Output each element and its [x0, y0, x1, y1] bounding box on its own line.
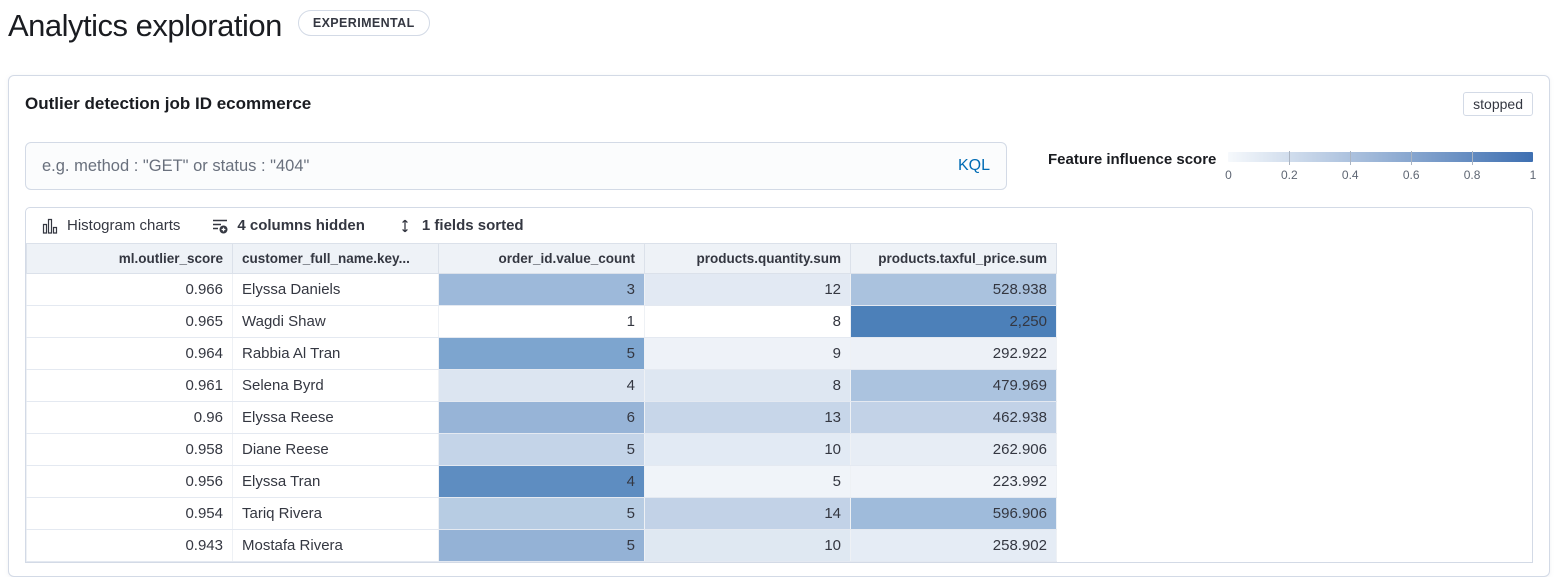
- grid-toolbar: Histogram charts 4 columns hidden 1 fiel…: [26, 208, 1532, 243]
- grid-cell[interactable]: Selena Byrd: [233, 370, 439, 402]
- grid-cell[interactable]: 2,250: [851, 306, 1057, 338]
- grid-cell[interactable]: 0.961: [27, 370, 233, 402]
- column-header[interactable]: products.taxful_price.sum: [851, 244, 1057, 274]
- legend-tick-label: 0: [1225, 168, 1232, 182]
- query-bar: KQL: [25, 142, 1007, 190]
- search-row: KQL Feature influence score 0 0.2 0.4 0.6 0.…: [25, 142, 1533, 190]
- job-title: Outlier detection job ID ecommerce: [25, 94, 311, 114]
- grid-cell[interactable]: 0.964: [27, 338, 233, 370]
- histogram-icon: [42, 218, 58, 234]
- grid-cell[interactable]: 258.902: [851, 530, 1057, 562]
- table-row: 0.965Wagdi Shaw182,250: [27, 306, 1057, 338]
- grid-cell[interactable]: 0.956: [27, 466, 233, 498]
- grid-cell[interactable]: Rabbia Al Tran: [233, 338, 439, 370]
- grid-cell[interactable]: 8: [645, 306, 851, 338]
- sort-icon: [397, 218, 413, 234]
- grid-cell[interactable]: 4: [439, 466, 645, 498]
- grid-cell[interactable]: 0.958: [27, 434, 233, 466]
- grid-cell[interactable]: 528.938: [851, 274, 1057, 306]
- columns-hidden-button[interactable]: 4 columns hidden: [212, 217, 365, 234]
- grid-cell[interactable]: 5: [439, 498, 645, 530]
- legend-tick-line: [1472, 151, 1473, 165]
- grid-cell[interactable]: Wagdi Shaw: [233, 306, 439, 338]
- table-row: 0.96Elyssa Reese613462.938: [27, 402, 1057, 434]
- grid-cell[interactable]: Diane Reese: [233, 434, 439, 466]
- grid-cell[interactable]: 596.906: [851, 498, 1057, 530]
- histogram-charts-label: Histogram charts: [67, 217, 180, 234]
- grid-cell[interactable]: Elyssa Daniels: [233, 274, 439, 306]
- grid-cell[interactable]: Elyssa Tran: [233, 466, 439, 498]
- page-title: Analytics exploration: [8, 6, 282, 46]
- column-header[interactable]: ml.outlier_score: [27, 244, 233, 274]
- grid-cell[interactable]: Tariq Rivera: [233, 498, 439, 530]
- column-header[interactable]: customer_full_name.key...: [233, 244, 439, 274]
- grid-cell[interactable]: 5: [645, 466, 851, 498]
- table-row: 0.956Elyssa Tran45223.992: [27, 466, 1057, 498]
- table-row: 0.966Elyssa Daniels312528.938: [27, 274, 1057, 306]
- table-row: 0.958Diane Reese510262.906: [27, 434, 1057, 466]
- table-row: 0.943Mostafa Rivera510258.902: [27, 530, 1057, 562]
- table-row: 0.961Selena Byrd48479.969: [27, 370, 1057, 402]
- grid-cell[interactable]: 479.969: [851, 370, 1057, 402]
- feature-influence-legend: Feature influence score 00.20.40.60.81: [1048, 142, 1533, 186]
- analytics-panel: Outlier detection job ID ecommerce stopp…: [8, 75, 1550, 577]
- search-input[interactable]: [26, 143, 1006, 189]
- grid-cell[interactable]: 262.906: [851, 434, 1057, 466]
- results-table: ml.outlier_scorecustomer_full_name.key..…: [26, 243, 1057, 562]
- grid-cell[interactable]: 0.965: [27, 306, 233, 338]
- panel-header: Outlier detection job ID ecommerce stopp…: [25, 92, 1533, 116]
- table-row: 0.954Tariq Rivera514596.906: [27, 498, 1057, 530]
- grid-cell[interactable]: 8: [645, 370, 851, 402]
- grid-cell[interactable]: 292.922: [851, 338, 1057, 370]
- grid-cell[interactable]: 1: [439, 306, 645, 338]
- grid-cell[interactable]: 0.943: [27, 530, 233, 562]
- grid-cell[interactable]: Mostafa Rivera: [233, 530, 439, 562]
- legend-tick-line: [1289, 151, 1290, 165]
- header-row: ml.outlier_scorecustomer_full_name.key..…: [27, 244, 1057, 274]
- legend-tick-label: 1: [1530, 168, 1537, 182]
- experimental-badge: EXPERIMENTAL: [298, 10, 430, 36]
- grid-cell[interactable]: 6: [439, 402, 645, 434]
- grid-cell[interactable]: 0.966: [27, 274, 233, 306]
- grid-cell[interactable]: 5: [439, 338, 645, 370]
- grid-cell[interactable]: 10: [645, 434, 851, 466]
- grid-cell[interactable]: 5: [439, 530, 645, 562]
- page-header: Analytics exploration EXPERIMENTAL: [0, 0, 1558, 48]
- legend-tick-line: [1350, 151, 1351, 165]
- kql-language-button[interactable]: KQL: [958, 157, 990, 175]
- grid-cell[interactable]: 4: [439, 370, 645, 402]
- grid-cell[interactable]: 223.992: [851, 466, 1057, 498]
- column-header[interactable]: order_id.value_count: [439, 244, 645, 274]
- grid-cell[interactable]: 0.954: [27, 498, 233, 530]
- grid-cell[interactable]: 13: [645, 402, 851, 434]
- grid-cell[interactable]: 3: [439, 274, 645, 306]
- legend-tick-label: 0.2: [1281, 168, 1298, 182]
- grid-cell[interactable]: 9: [645, 338, 851, 370]
- columns-hidden-label: 4 columns hidden: [237, 217, 365, 234]
- legend-title: Feature influence score: [1048, 150, 1216, 186]
- grid-cell[interactable]: 5: [439, 434, 645, 466]
- fields-sorted-button[interactable]: 1 fields sorted: [397, 217, 524, 234]
- legend-scale: 00.20.40.60.81: [1228, 152, 1533, 186]
- grid-cell[interactable]: 14: [645, 498, 851, 530]
- legend-gradient-bar: [1228, 152, 1533, 162]
- columns-icon: [212, 218, 228, 234]
- table-row: 0.964Rabbia Al Tran59292.922: [27, 338, 1057, 370]
- legend-tick-label: 0.6: [1403, 168, 1420, 182]
- histogram-charts-button[interactable]: Histogram charts: [42, 217, 180, 234]
- grid-cell[interactable]: 462.938: [851, 402, 1057, 434]
- grid-cell[interactable]: 0.96: [27, 402, 233, 434]
- legend-tick-label: 0.4: [1342, 168, 1359, 182]
- grid-cell[interactable]: 10: [645, 530, 851, 562]
- legend-tick-line: [1411, 151, 1412, 165]
- grid-cell[interactable]: 12: [645, 274, 851, 306]
- column-header[interactable]: products.quantity.sum: [645, 244, 851, 274]
- results-grid: Histogram charts 4 columns hidden 1 fiel…: [25, 207, 1533, 563]
- status-badge: stopped: [1463, 92, 1533, 116]
- fields-sorted-label: 1 fields sorted: [422, 217, 524, 234]
- grid-cell[interactable]: Elyssa Reese: [233, 402, 439, 434]
- legend-tick-label: 0.8: [1464, 168, 1481, 182]
